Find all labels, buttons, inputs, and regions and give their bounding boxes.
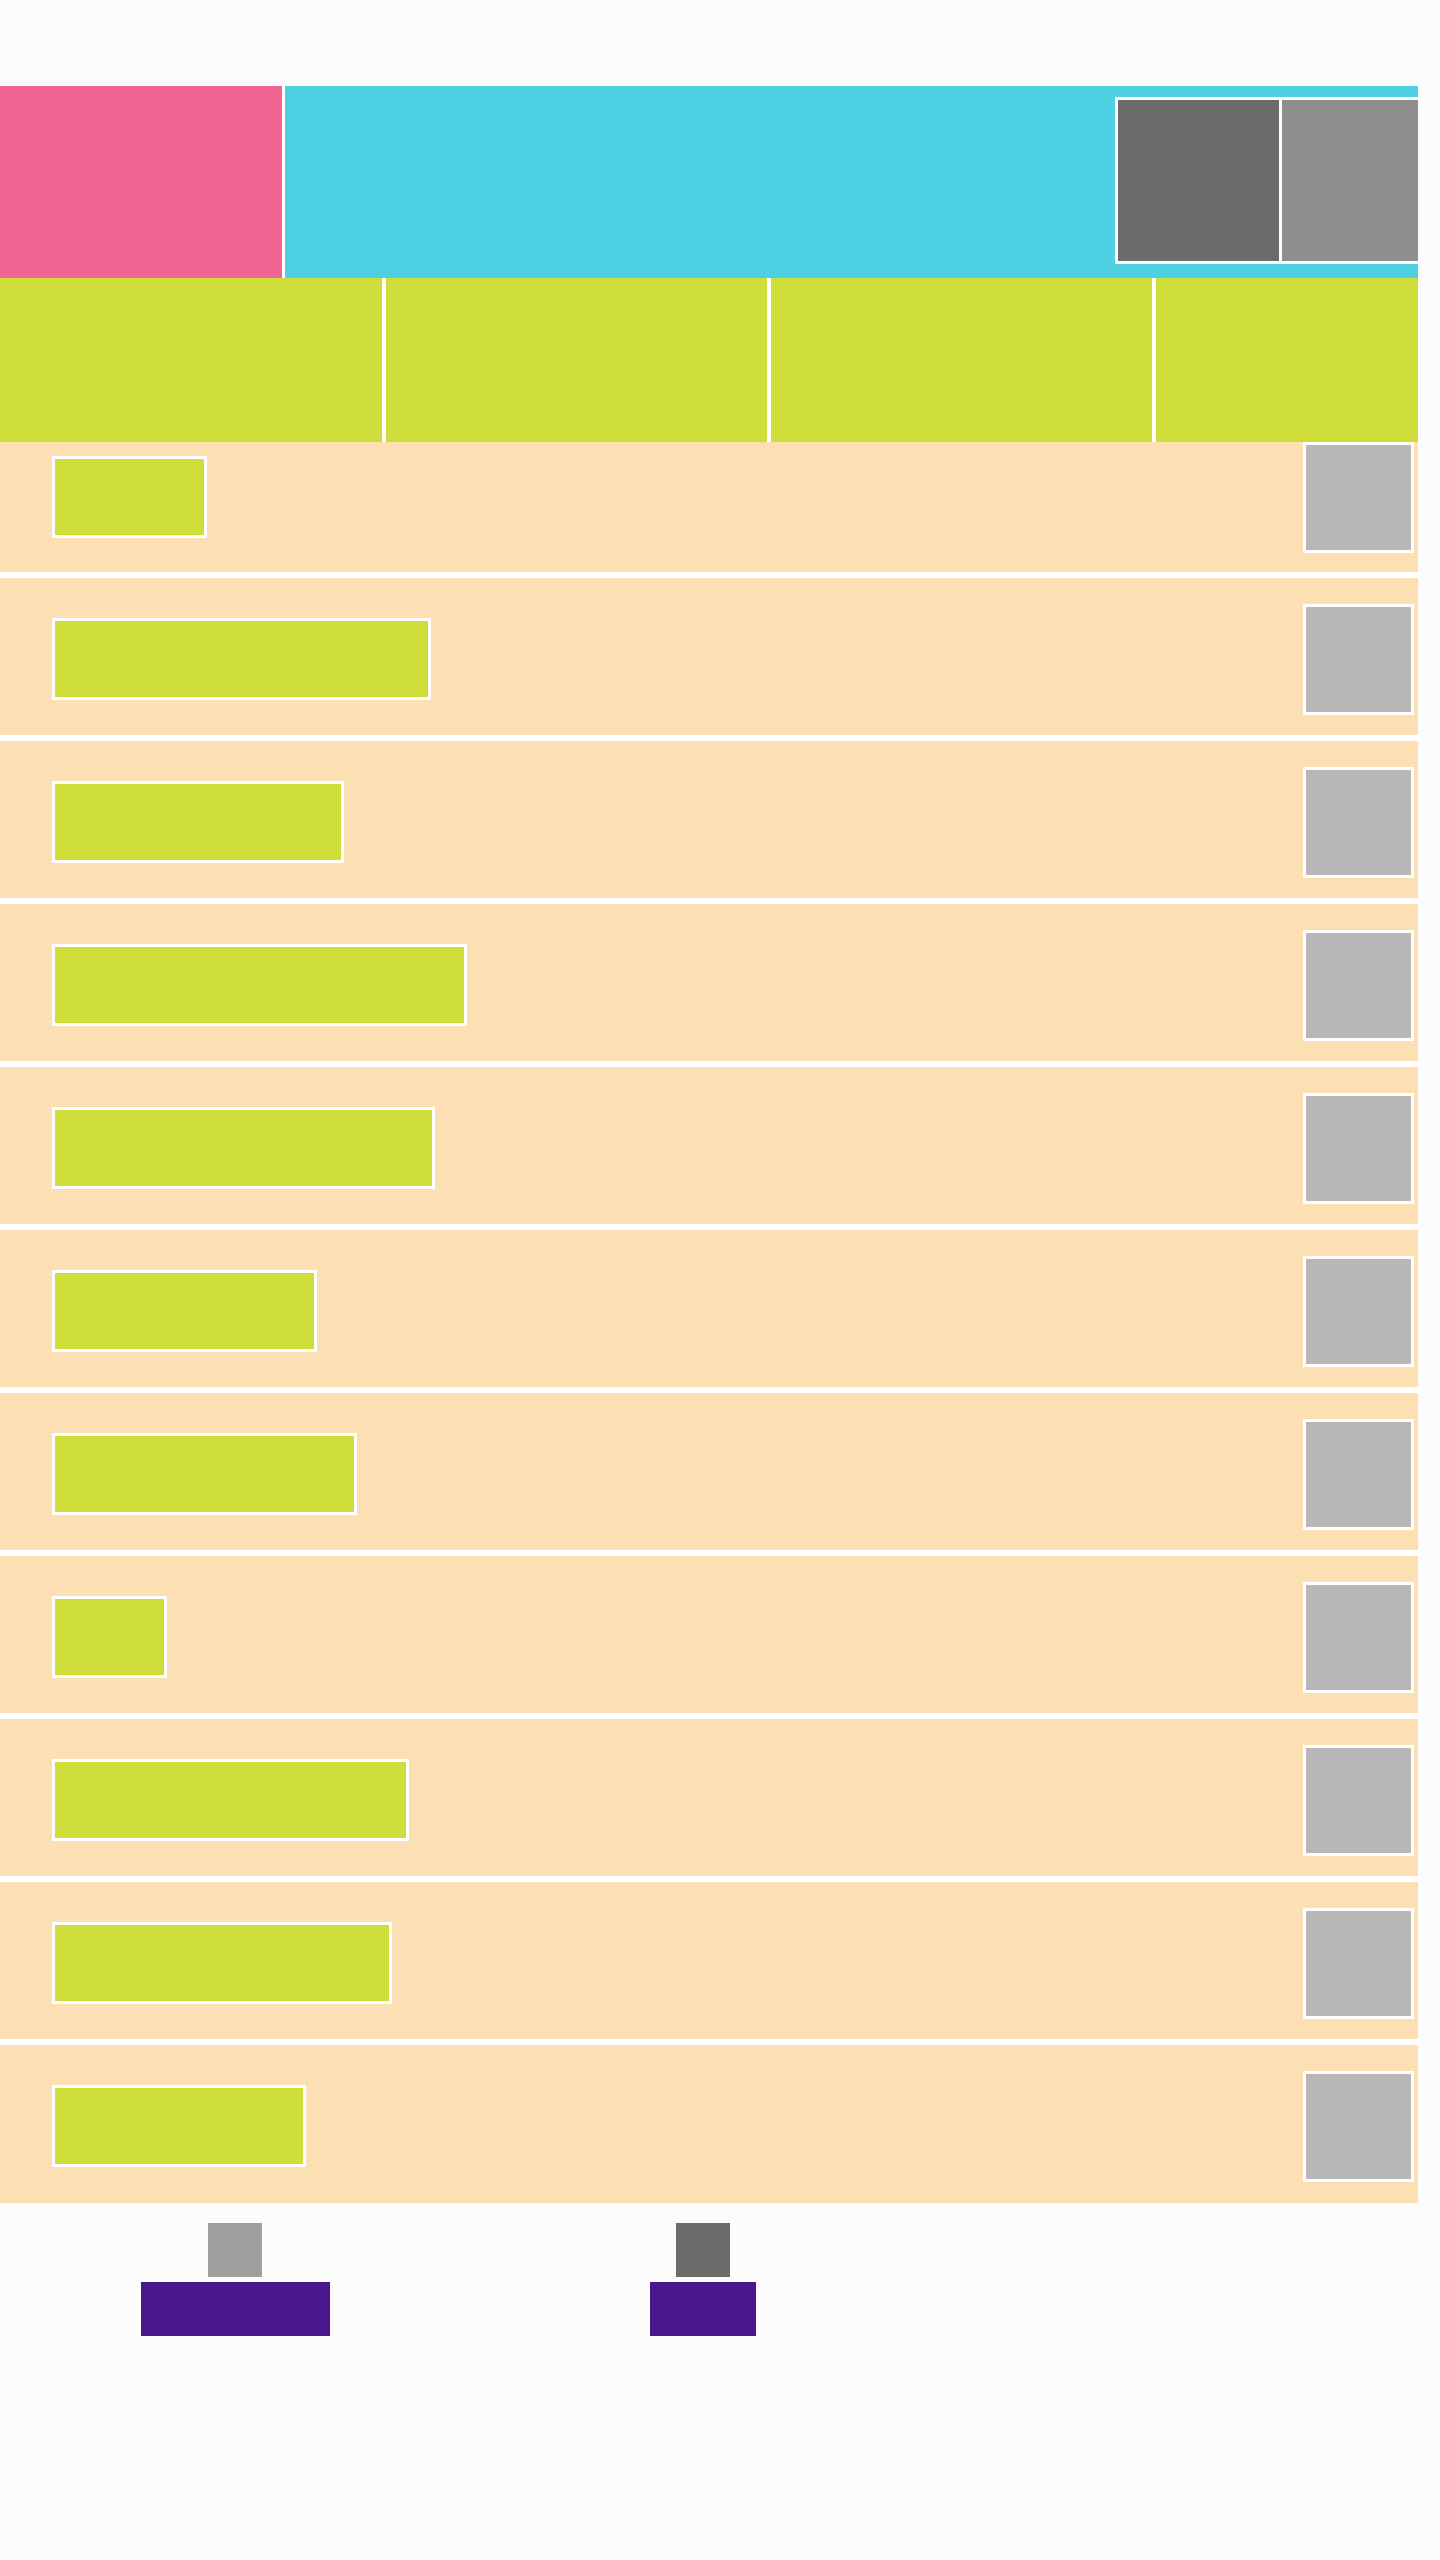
tab-1[interactable] bbox=[0, 278, 386, 442]
list-item-label bbox=[52, 2085, 306, 2167]
header-action-button-1[interactable] bbox=[1115, 97, 1282, 264]
thumbnail-icon[interactable] bbox=[1303, 930, 1414, 1041]
nav-2-label[interactable] bbox=[650, 2282, 756, 2336]
top-bar bbox=[0, 86, 1418, 278]
list-item-label bbox=[52, 781, 344, 863]
list-item-4[interactable] bbox=[0, 904, 1418, 1067]
thumbnail-icon[interactable] bbox=[1303, 604, 1414, 715]
list-item-label bbox=[52, 456, 207, 538]
list-item-label bbox=[52, 944, 467, 1026]
app-logo-icon[interactable] bbox=[0, 86, 282, 278]
thumbnail-icon[interactable] bbox=[1303, 1745, 1414, 1856]
list-item-label bbox=[52, 1596, 167, 1678]
list-item-9[interactable] bbox=[0, 1719, 1418, 1882]
list-item-2[interactable] bbox=[0, 578, 1418, 741]
list-item-1[interactable] bbox=[0, 442, 1418, 578]
header-action-button-2[interactable] bbox=[1282, 97, 1418, 264]
list-item-label bbox=[52, 1270, 317, 1352]
nav-1-icon[interactable] bbox=[208, 2223, 262, 2277]
list-item-11[interactable] bbox=[0, 2045, 1418, 2203]
thumbnail-icon[interactable] bbox=[1303, 1582, 1414, 1693]
list-item-label bbox=[52, 1433, 357, 1515]
nav-1-label[interactable] bbox=[141, 2282, 330, 2336]
thumbnail-icon[interactable] bbox=[1303, 442, 1414, 553]
thumbnail-icon[interactable] bbox=[1303, 1419, 1414, 1530]
list-item-7[interactable] bbox=[0, 1393, 1418, 1556]
thumbnail-icon[interactable] bbox=[1303, 2071, 1414, 2182]
thumbnail-icon[interactable] bbox=[1303, 767, 1414, 878]
list-item-label bbox=[52, 1107, 435, 1189]
list-item-label bbox=[52, 618, 431, 700]
tab-4[interactable] bbox=[1156, 278, 1418, 442]
list-item-5[interactable] bbox=[0, 1067, 1418, 1230]
list-item-3[interactable] bbox=[0, 741, 1418, 904]
thumbnail-icon[interactable] bbox=[1303, 1256, 1414, 1367]
tab-3[interactable] bbox=[771, 278, 1156, 442]
nav-2-icon[interactable] bbox=[676, 2223, 730, 2277]
list-item-label bbox=[52, 1759, 409, 1841]
list-item-10[interactable] bbox=[0, 1882, 1418, 2045]
list-item-label bbox=[52, 1922, 392, 2004]
list-item-8[interactable] bbox=[0, 1556, 1418, 1719]
tab-bar bbox=[0, 278, 1418, 442]
tab-2[interactable] bbox=[386, 278, 771, 442]
thumbnail-icon[interactable] bbox=[1303, 1908, 1414, 2019]
thumbnail-icon[interactable] bbox=[1303, 1093, 1414, 1204]
list-item-6[interactable] bbox=[0, 1230, 1418, 1393]
